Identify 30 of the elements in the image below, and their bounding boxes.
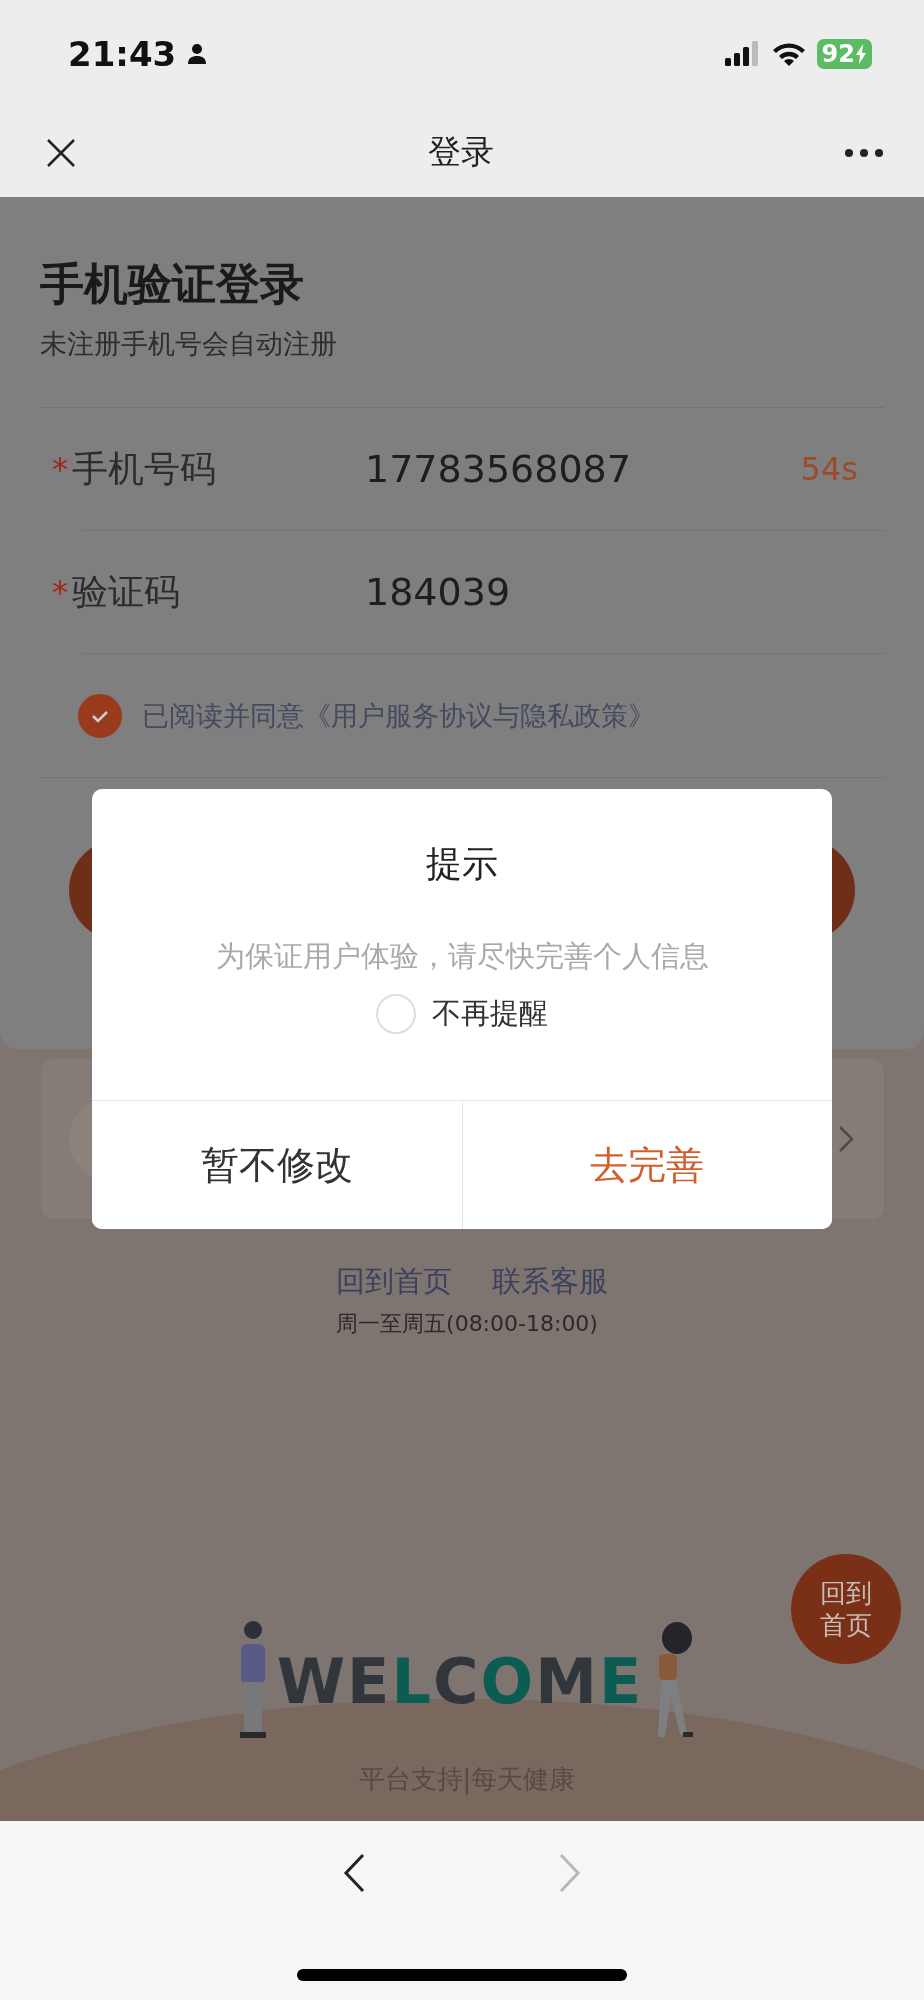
back-icon[interactable] xyxy=(343,1853,367,1893)
battery-indicator: 92 xyxy=(816,39,872,69)
option-label[interactable]: 不再提醒 xyxy=(432,994,548,1034)
confirm-button[interactable]: 去完善 xyxy=(461,1101,832,1229)
service-hours: 周一至周五(08:00-18:00) xyxy=(335,1310,599,1338)
radio-button[interactable] xyxy=(376,994,416,1034)
welcome-title: WELCOME xyxy=(276,1644,644,1720)
field-label: 手机号码 xyxy=(72,446,217,491)
footer-link[interactable]: 联系客服 xyxy=(492,1261,608,1301)
home-float-button[interactable]: 回到 首页 xyxy=(791,1554,901,1664)
signal-icon xyxy=(724,41,761,67)
field-label: 验证码 xyxy=(72,569,181,614)
required-asterisk: * xyxy=(52,450,69,488)
input-field[interactable]: 17783568087 xyxy=(365,447,801,491)
page-title: 登录 xyxy=(427,131,494,173)
agree-checkbox[interactable] xyxy=(78,693,122,738)
close-icon[interactable] xyxy=(45,136,77,169)
more-icon[interactable] xyxy=(844,147,884,158)
required-asterisk: * xyxy=(52,573,69,611)
dialog-title: 提示 xyxy=(426,842,498,886)
login-title: 手机验证登录 xyxy=(40,257,305,311)
chevron-right-icon[interactable] xyxy=(838,1125,854,1153)
input-field[interactable]: 184039 xyxy=(365,570,884,614)
dialog-message: 为保证用户体验，请尽快完善个人信息 xyxy=(215,938,709,975)
countdown-timer: 54s xyxy=(800,450,858,488)
login-subtitle: 未注册手机号会自动注册 xyxy=(40,327,338,361)
person-icon xyxy=(186,43,209,65)
agreement-text[interactable]: 已阅读并同意《用户服务协议与隐私政策》 xyxy=(142,697,655,734)
status-time: 21:43 xyxy=(68,34,177,74)
footer-link[interactable]: 回到首页 xyxy=(336,1261,452,1301)
